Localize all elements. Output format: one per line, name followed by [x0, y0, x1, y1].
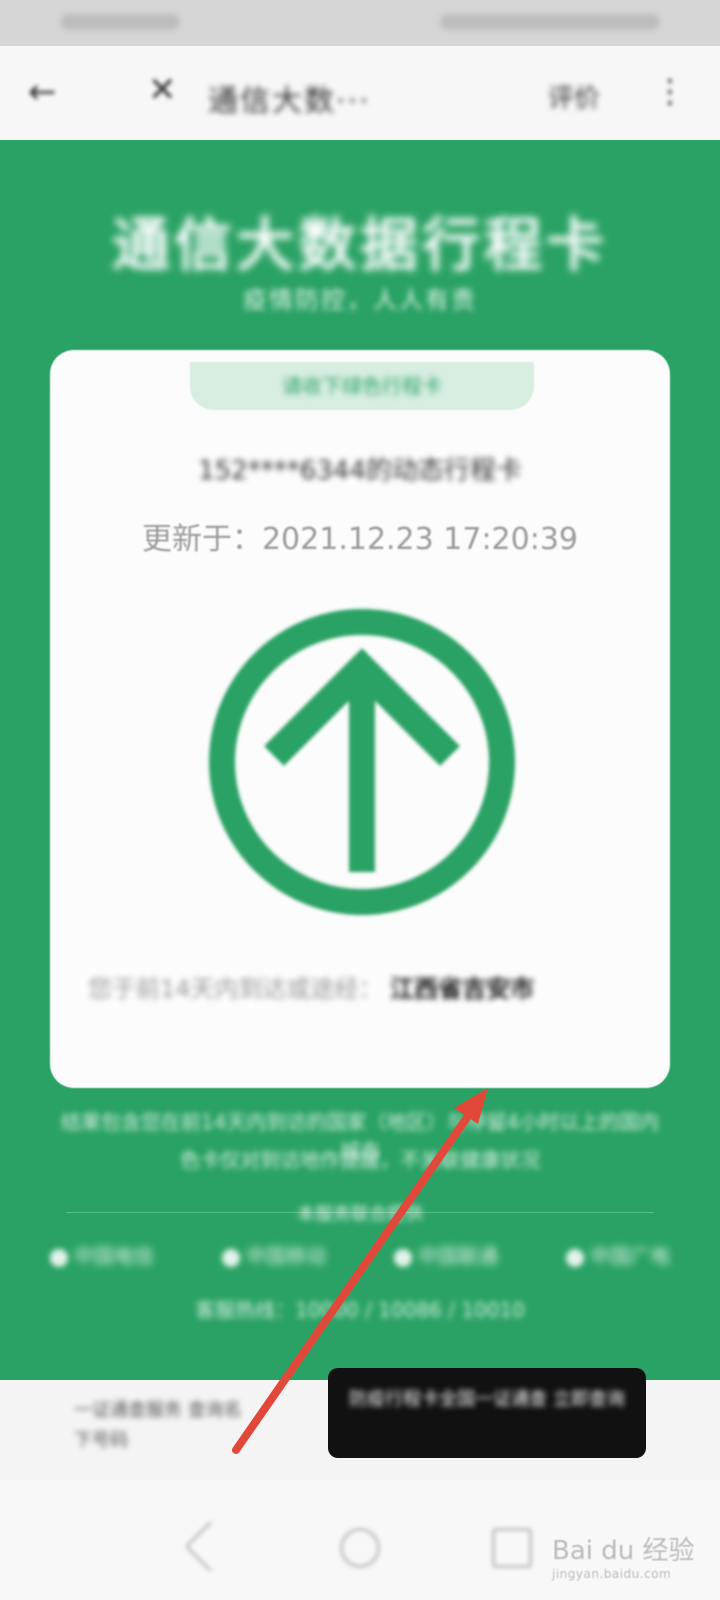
card-tab-label: 请收下绿色行程卡	[282, 374, 442, 398]
status-time-blur	[60, 14, 180, 30]
card-note: 您于前14天内到达或途经： 江西省吉安市	[88, 968, 636, 1010]
close-icon[interactable]: ✕	[148, 70, 177, 110]
itinerary-card: 请收下绿色行程卡 152****6344的动态行程卡 更新于：2021.12.2…	[50, 350, 670, 1088]
rate-button[interactable]: 评价	[548, 78, 600, 115]
page-title: 通信大数据行程卡	[111, 211, 608, 279]
card-tab: 请收下绿色行程卡	[190, 362, 534, 410]
nav-title: 通信大数···	[208, 84, 371, 119]
status-icons-blur	[440, 14, 660, 30]
card-note-text: 您于前14天内到达或途经：	[88, 975, 383, 1003]
back-arrow-icon[interactable]: ←	[28, 72, 57, 112]
more-vertical-icon[interactable]: ⋮	[654, 72, 686, 110]
divider-label: 本服务联合提供	[297, 1204, 423, 1225]
bottom-bar: 一证通查服务 查询名下号码 防疫行程卡全国一证通查 立即查询	[0, 1368, 720, 1480]
status-bar	[0, 0, 720, 46]
baidu-watermark: Bai du 经验 jingyan.baidu.com	[552, 1530, 702, 1581]
green-up-arrow-circle-icon	[209, 609, 515, 915]
top-nav-bar: ← ✕ 通信大数··· 评价 ⋮	[0, 46, 720, 140]
operator-links: 中国电信 中国移动 中国联通 中国广电	[50, 1240, 670, 1269]
phone-line: 152****6344的动态行程卡	[198, 456, 522, 486]
footer-line-2: 色卡仅对到访地作提醒，不关联健康状况	[180, 1148, 540, 1172]
watermark-text: Bai du 经验	[552, 1536, 695, 1566]
operator-link-mobile[interactable]: 中国移动	[222, 1240, 326, 1269]
card-note-place: 江西省吉安市	[390, 975, 535, 1003]
broadcast-icon	[566, 1248, 584, 1267]
green-page-background: 通信大数据行程卡 疫情防控，人人有责 请收下绿色行程卡 152****6344的…	[0, 140, 720, 1380]
system-recent-icon[interactable]	[492, 1528, 532, 1568]
query-button-label: 防疫行程卡全国一证通查 立即查询	[349, 1389, 625, 1410]
operator-link-telecom[interactable]: 中国电信	[50, 1240, 154, 1269]
update-time: 更新于：2021.12.23 17:20:39	[141, 522, 579, 557]
page-subtitle: 疫情防控，人人有责	[243, 286, 477, 314]
mobile-icon	[222, 1248, 240, 1267]
operator-link-unicom[interactable]: 中国联通	[394, 1240, 498, 1269]
operator-link-broadcast[interactable]: 中国广电	[566, 1240, 670, 1269]
bottom-left-text[interactable]: 一证通查服务 查询名下号码	[74, 1396, 254, 1456]
watermark-url: jingyan.baidu.com	[552, 1567, 672, 1581]
telecom-icon	[50, 1248, 68, 1267]
query-button[interactable]: 防疫行程卡全国一证通查 立即查询	[328, 1368, 646, 1458]
service-line: 客服热线：10000 / 10086 / 10010	[195, 1298, 525, 1322]
unicom-icon	[394, 1248, 412, 1267]
system-home-icon[interactable]	[340, 1528, 380, 1568]
system-back-icon[interactable]	[184, 1520, 237, 1573]
